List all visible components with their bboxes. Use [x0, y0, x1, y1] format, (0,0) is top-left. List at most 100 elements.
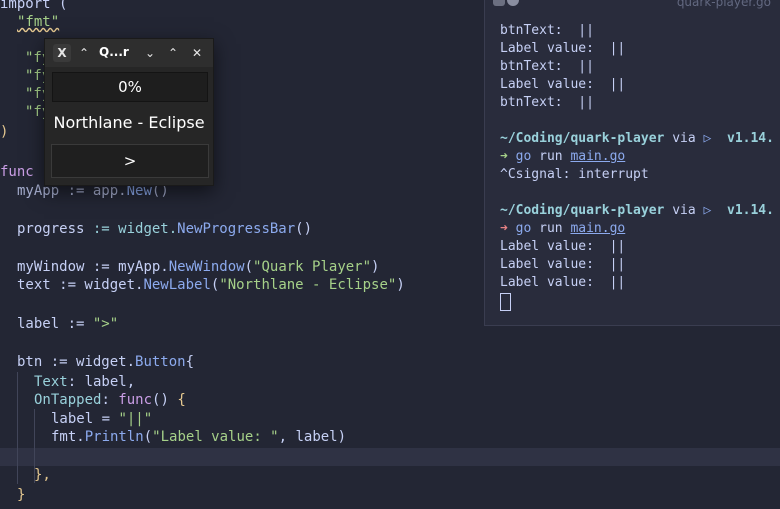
- code-text: := widget.: [42, 354, 136, 370]
- terminal-prompt: ~/Coding/quark-player via ▷ v1.14.: [500, 130, 774, 148]
- window-content: 0% Northlane - Eclipse >: [45, 67, 213, 185]
- code-line: fmt.Println("Label value: ", label): [51, 428, 346, 446]
- command-file-link[interactable]: main.go: [570, 149, 625, 164]
- code-text: NewProgressBar: [177, 221, 296, 237]
- code-text: ): [396, 277, 405, 293]
- terminal-line: Label value: ||: [500, 77, 626, 92]
- code-text: myWindow: [17, 259, 85, 275]
- indent-guide: [17, 372, 18, 484]
- code-text: := widget.: [84, 221, 178, 237]
- x-logo-icon: X: [53, 44, 71, 62]
- code-text: import (: [0, 0, 68, 12]
- code-line: Text: label,: [34, 373, 135, 391]
- code-text: {: [185, 354, 195, 370]
- close-icon[interactable]: ✕: [188, 44, 206, 62]
- window-titlebar[interactable]: X ⌃ Q...r ⌄ ⌃ ✕: [45, 39, 213, 67]
- code-text: : label,: [67, 374, 136, 390]
- code-text: {: [177, 392, 186, 408]
- code-text: }: [17, 487, 26, 503]
- code-text: Button: [135, 354, 186, 370]
- command-name: go: [515, 221, 532, 236]
- terminal-title: quark-player.go: [676, 0, 771, 9]
- prompt-arrow-icon: ➜: [500, 221, 508, 236]
- code-text: label: [17, 316, 60, 332]
- terminal-prompt: ~/Coding/quark-player via ▷ v1.14.: [500, 202, 774, 220]
- go-version: v1.14.: [711, 131, 774, 146]
- code-text: (): [152, 392, 178, 408]
- code-text: "Label value: ": [152, 429, 279, 445]
- code-line: import (: [0, 0, 67, 13]
- go-version-text: v1.14.: [727, 131, 774, 146]
- terminal-close-icon[interactable]: [507, 0, 519, 6]
- terminal-line: Label value: ||: [500, 257, 626, 272]
- code-text: "Northlane - Eclipse": [219, 277, 397, 293]
- code-text: ): [0, 124, 9, 140]
- code-text: ): [371, 259, 380, 275]
- terminal-tab-icon: [493, 0, 505, 6]
- terminal-line: Label value: ||: [500, 41, 626, 56]
- go-version: v1.14.: [711, 203, 774, 218]
- code-line: progress := widget.NewProgressBar(): [17, 220, 312, 238]
- code-line: func: [0, 163, 34, 181]
- terminal-line: ^Csignal: interrupt: [500, 167, 649, 182]
- code-text: (: [244, 259, 254, 275]
- code-text: progress: [17, 221, 85, 237]
- code-text: "fmt": [17, 14, 60, 30]
- code-text: :: [101, 392, 119, 408]
- code-text: },: [34, 467, 51, 483]
- code-text: := myApp.: [84, 259, 169, 275]
- keep-above-icon[interactable]: ⌃: [75, 44, 93, 62]
- code-text: "||": [118, 411, 153, 427]
- code-line: "fmt": [17, 13, 59, 31]
- code-text: :=: [59, 316, 93, 332]
- code-text: btn: [17, 354, 43, 370]
- command-arg: run: [531, 149, 571, 164]
- code-text: text: [17, 277, 51, 293]
- code-text: (): [295, 221, 313, 237]
- terminal-line: btnText: ||: [500, 59, 594, 74]
- code-line: label := ">": [17, 315, 118, 333]
- terminal-line: btnText: ||: [500, 95, 594, 110]
- terminal-line: Label value: ||: [500, 275, 626, 290]
- prompt-via: via: [664, 203, 704, 218]
- terminal-line: Label value: ||: [500, 239, 626, 254]
- code-line: text := widget.NewLabel("Northlane - Ecl…: [17, 276, 405, 294]
- progress-bar: 0%: [52, 72, 208, 102]
- code-text: "Quark Player": [253, 259, 372, 275]
- terminal-command: ➜ go run main.go: [500, 220, 625, 238]
- prompt-via: via: [664, 131, 704, 146]
- track-label: Northlane - Eclipse: [53, 113, 205, 132]
- terminal-cursor[interactable]: [500, 293, 511, 311]
- terminal-panel[interactable]: quark-player.go btnText: || Label value:…: [484, 0, 780, 326]
- code-text: func: [0, 164, 34, 180]
- current-line-highlight: [0, 448, 780, 466]
- command-name: go: [515, 149, 532, 164]
- command-file-link[interactable]: main.go: [570, 221, 625, 236]
- play-button[interactable]: >: [51, 144, 209, 178]
- code-text: (: [143, 429, 153, 445]
- code-text: Println: [84, 429, 144, 445]
- code-line: }: [17, 486, 25, 504]
- code-text: func: [118, 392, 153, 408]
- app-window[interactable]: X ⌃ Q...r ⌄ ⌃ ✕ 0% Northlane - Eclipse >: [44, 38, 214, 186]
- code-line: ): [0, 123, 8, 141]
- code-text: fmt.: [51, 429, 85, 445]
- code-text: := widget.: [50, 277, 144, 293]
- code-text: , label): [278, 429, 347, 445]
- go-version-text: v1.14.: [727, 203, 774, 218]
- code-line: btn := widget.Button{: [17, 353, 194, 371]
- code-text: label =: [51, 411, 119, 427]
- code-line: },: [34, 466, 51, 484]
- terminal-line: btnText: ||: [500, 23, 594, 38]
- code-text: NewWindow: [168, 259, 245, 275]
- prompt-arrow-icon: ➜: [500, 149, 508, 164]
- maximize-icon[interactable]: ⌃: [164, 44, 182, 62]
- indent-guide: [34, 409, 35, 483]
- progress-text: 0%: [118, 78, 142, 96]
- code-line: OnTapped: func() {: [34, 391, 186, 409]
- window-title: Q...r: [99, 45, 129, 59]
- code-text: OnTapped: [34, 392, 102, 408]
- minimize-icon[interactable]: ⌄: [141, 44, 159, 62]
- code-text: ">": [92, 316, 119, 332]
- code-text: NewLabel: [143, 277, 211, 293]
